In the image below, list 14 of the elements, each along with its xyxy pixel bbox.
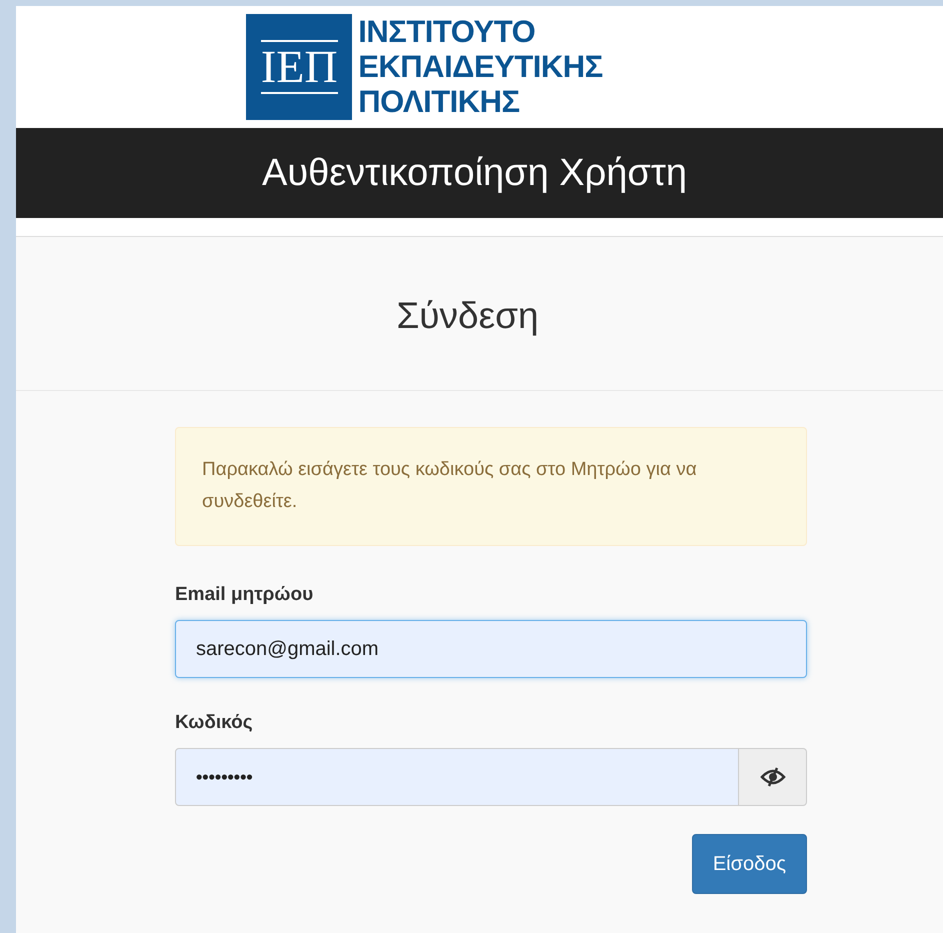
password-field[interactable]: ••••••••• (175, 748, 739, 806)
logo-text: ΠΟΛΙΤΙΚΗΣ (358, 84, 521, 119)
logo-text: ΙΝΣΤΙΤΟΥΤΟ (358, 14, 536, 49)
info-alert: Παρακαλώ εισάγετε τους κωδικούς σας στο Μητρώο για να συνδεθείτε. (175, 427, 807, 546)
logo-text: ΕΚΠΑΙΔΕΥΤΙΚΗΣ (358, 49, 603, 84)
login-button[interactable]: Είσοδος (692, 834, 807, 894)
field-label: Email μητρώου (175, 584, 314, 606)
eye-slash-icon (760, 766, 786, 788)
toggle-visibility-button[interactable] (739, 748, 807, 806)
panel-heading: Σύνδεση (396, 294, 540, 336)
page-title: Αυθεντικοποίηση Χρήστη (262, 152, 687, 194)
field-label: Κωδικός (175, 712, 254, 734)
logo-mark: ΙΕΠ (260, 40, 338, 94)
email-field[interactable]: sarecon@gmail.com (175, 620, 807, 678)
